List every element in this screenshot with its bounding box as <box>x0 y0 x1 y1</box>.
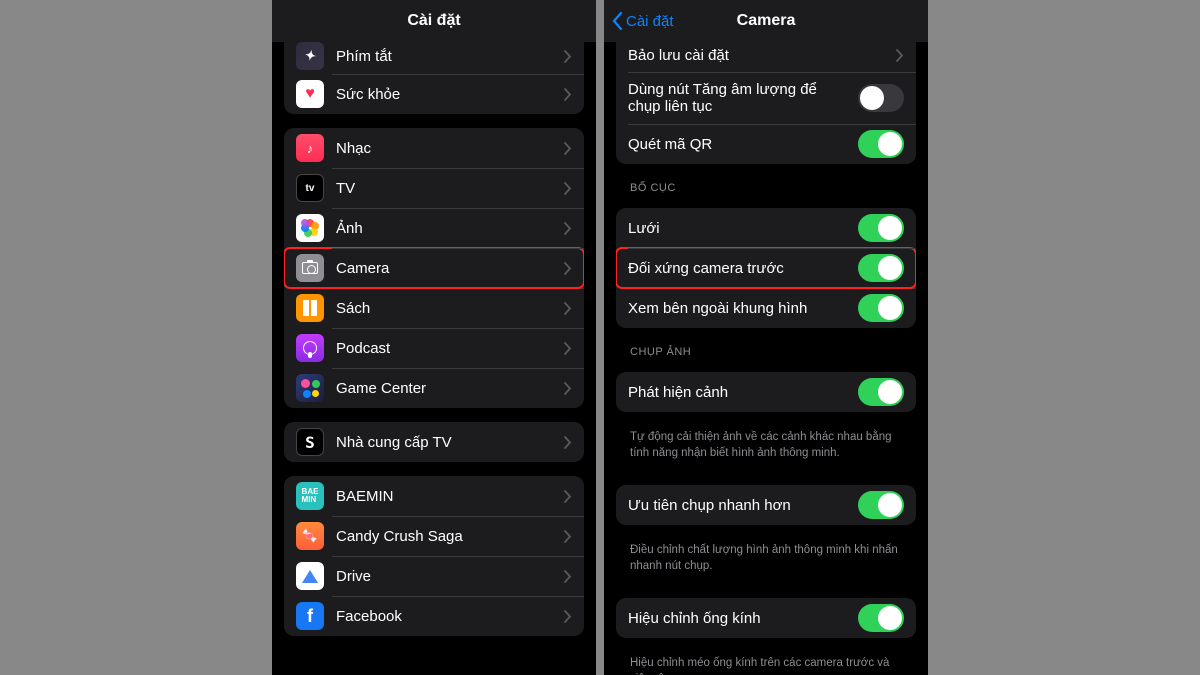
row-view-outside-frame: Xem bên ngoài khung hình <box>616 288 916 328</box>
tvprovider-icon: S <box>296 428 324 456</box>
settings-row-drive[interactable]: Drive <box>284 556 584 596</box>
camera-icon <box>296 254 324 282</box>
chevron-right-icon <box>896 49 904 62</box>
chevron-right-icon <box>564 262 572 275</box>
navbar-title: Cài đặt <box>407 12 460 30</box>
chevron-right-icon <box>564 436 572 449</box>
toggle-qr-scan[interactable] <box>858 130 904 158</box>
settings-group: S Nhà cung cấp TV <box>284 422 584 462</box>
row-qr-scan: Quét mã QR <box>616 124 916 164</box>
toggle-view-outside-frame[interactable] <box>858 294 904 322</box>
music-icon: ♪ <box>296 134 324 162</box>
chevron-right-icon <box>564 530 572 543</box>
settings-row-baemin[interactable]: BAEMIN BAEMIN <box>284 476 584 516</box>
drive-icon <box>296 562 324 590</box>
settings-row-photos[interactable]: Ảnh <box>284 208 584 248</box>
baemin-icon: BAEMIN <box>296 482 324 510</box>
chevron-right-icon <box>564 142 572 155</box>
settings-row-podcast[interactable]: Podcast <box>284 328 584 368</box>
settings-row-tv[interactable]: tv TV <box>284 168 584 208</box>
chevron-right-icon <box>564 302 572 315</box>
section-header-layout: BỐ CỤC <box>630 182 912 194</box>
settings-group: BAEMIN BAEMIN 🍬 Candy Crush Saga Drive f <box>284 476 584 636</box>
back-button[interactable]: Cài đặt <box>612 12 674 30</box>
chevron-left-icon <box>612 12 623 30</box>
chevron-right-icon <box>564 610 572 623</box>
navbar: Cài đặt <box>272 0 596 42</box>
settings-row-gamecenter[interactable]: Game Center <box>284 368 584 408</box>
toggle-mirror-front-camera[interactable] <box>858 254 904 282</box>
settings-group: Hiệu chỉnh ống kính <box>616 598 916 638</box>
chevron-right-icon <box>564 50 572 63</box>
settings-screen: Cài đặt ✦ Phím tắt ♥ Sức khỏe ♪ Nhạc <box>272 0 596 675</box>
toggle-volume-burst[interactable] <box>858 84 904 112</box>
settings-group: Phát hiện cảnh <box>616 372 916 412</box>
footer-prioritize-faster: Điều chỉnh chất lượng hình ảnh thông min… <box>616 539 916 584</box>
toggle-lens-correction[interactable] <box>858 604 904 632</box>
toggle-prioritize-faster[interactable] <box>858 491 904 519</box>
settings-row-facebook[interactable]: f Facebook <box>284 596 584 636</box>
podcast-icon <box>296 334 324 362</box>
settings-row-candycrush[interactable]: 🍬 Candy Crush Saga <box>284 516 584 556</box>
settings-list[interactable]: ✦ Phím tắt ♥ Sức khỏe ♪ Nhạc tv <box>272 42 596 675</box>
settings-group: Ưu tiên chụp nhanh hơn <box>616 485 916 525</box>
settings-row-camera[interactable]: Camera <box>284 248 584 288</box>
chevron-right-icon <box>564 342 572 355</box>
row-grid: Lưới <box>616 208 916 248</box>
shortcuts-icon: ✦ <box>296 42 324 70</box>
chevron-right-icon <box>564 182 572 195</box>
settings-row-shortcuts[interactable]: ✦ Phím tắt <box>284 42 584 74</box>
settings-row-music[interactable]: ♪ Nhạc <box>284 128 584 168</box>
footer-scene-detection: Tự động cải thiện ảnh về các cảnh khác n… <box>616 426 916 471</box>
tv-icon: tv <box>296 174 324 202</box>
chevron-right-icon <box>564 570 572 583</box>
row-lens-correction: Hiệu chỉnh ống kính <box>616 598 916 638</box>
row-prioritize-faster: Ưu tiên chụp nhanh hơn <box>616 485 916 525</box>
footer-lens-correction: Hiệu chỉnh méo ống kính trên các camera … <box>616 652 916 675</box>
row-volume-burst: Dùng nút Tăng âm lượng để chụp liên tục <box>616 72 916 124</box>
candycrush-icon: 🍬 <box>296 522 324 550</box>
settings-group: Bảo lưu cài đặt Dùng nút Tăng âm lượng đ… <box>616 42 916 164</box>
settings-row-health[interactable]: ♥ Sức khỏe <box>284 74 584 114</box>
facebook-icon: f <box>296 602 324 630</box>
section-header-capture: CHỤP ẢNH <box>630 346 912 358</box>
gamecenter-icon <box>296 374 324 402</box>
chevron-right-icon <box>564 382 572 395</box>
chevron-right-icon <box>564 88 572 101</box>
health-icon: ♥ <box>296 80 324 108</box>
camera-settings-list[interactable]: Bảo lưu cài đặt Dùng nút Tăng âm lượng đ… <box>604 42 928 675</box>
navbar-title: Camera <box>737 12 796 30</box>
books-icon <box>296 294 324 322</box>
settings-row-tvprovider[interactable]: S Nhà cung cấp TV <box>284 422 584 462</box>
photos-icon <box>296 214 324 242</box>
camera-settings-screen: Cài đặt Camera Bảo lưu cài đặt Dùng nút … <box>604 0 928 675</box>
settings-group: ♪ Nhạc tv TV <box>284 128 584 408</box>
toggle-scene-detection[interactable] <box>858 378 904 406</box>
settings-group: ✦ Phím tắt ♥ Sức khỏe <box>284 42 584 114</box>
chevron-right-icon <box>564 222 572 235</box>
row-preserve-settings[interactable]: Bảo lưu cài đặt <box>616 42 916 72</box>
chevron-right-icon <box>564 490 572 503</box>
row-mirror-front-camera: Đối xứng camera trước <box>616 248 916 288</box>
row-scene-detection: Phát hiện cảnh <box>616 372 916 412</box>
navbar: Cài đặt Camera <box>604 0 928 42</box>
settings-group: Lưới Đối xứng camera trước Xem bên ngoài… <box>616 208 916 328</box>
settings-row-books[interactable]: Sách <box>284 288 584 328</box>
toggle-grid[interactable] <box>858 214 904 242</box>
